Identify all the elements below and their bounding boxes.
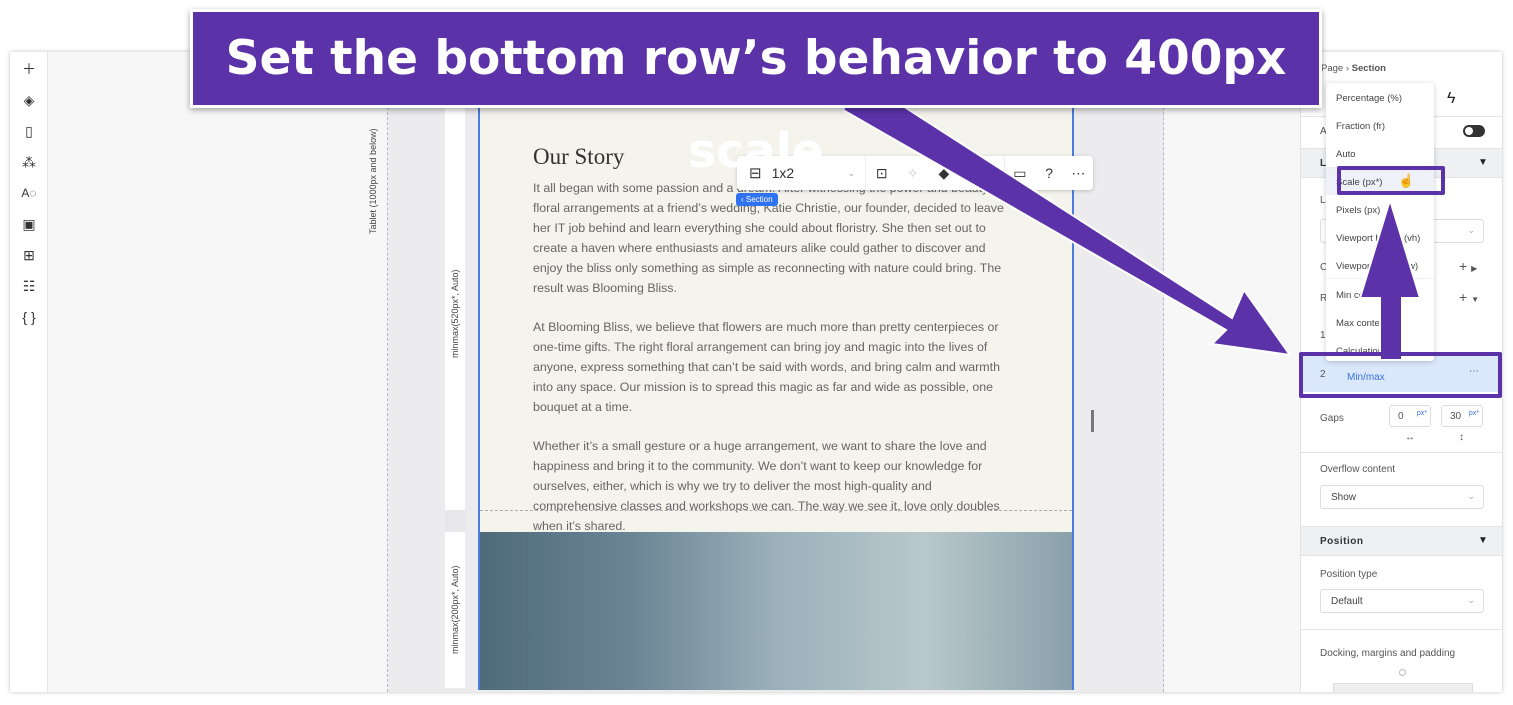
instruction-banner: Set the bottom row’s behavior to 400px s… (190, 9, 1322, 179)
scale-option-highlight (1337, 166, 1445, 195)
row2-highlight (1299, 352, 1502, 398)
diagonal-arrow (841, 84, 1293, 357)
up-arrow (1358, 196, 1422, 361)
